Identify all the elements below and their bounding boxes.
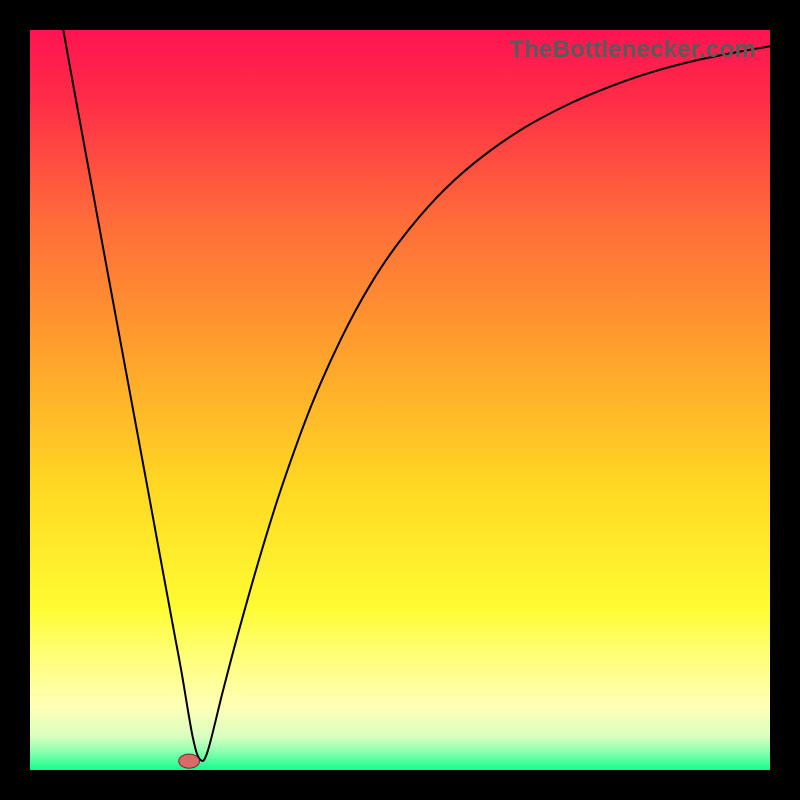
watermark-text: TheBottlenecker.com xyxy=(509,36,756,64)
bottleneck-curve xyxy=(63,30,770,761)
plot-area: TheBottlenecker.com xyxy=(30,30,770,770)
optimal-point-marker xyxy=(179,754,200,768)
chart-frame: TheBottlenecker.com xyxy=(0,0,800,800)
curve-layer xyxy=(30,30,770,770)
